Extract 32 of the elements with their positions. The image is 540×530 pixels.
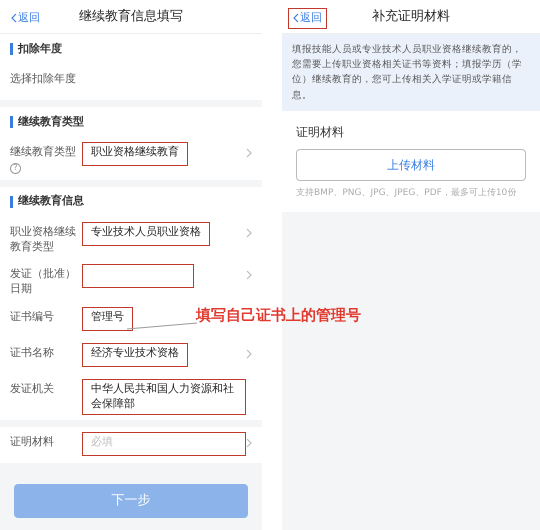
help-icon[interactable]: ? (10, 162, 21, 174)
field-label: 证书编号 (10, 310, 54, 324)
field-label: 证明材料 (10, 434, 54, 448)
field-label: 发证（批准）日期 (10, 267, 76, 296)
screen-title: 继续教育信息填写 (79, 8, 183, 26)
field-label: 继续教育类型 (10, 145, 76, 158)
back-button[interactable]: 返回 (288, 8, 327, 28)
value-field[interactable]: 中华人民共和国人力资源和社会保障部 (82, 379, 246, 415)
back-icon (293, 13, 299, 24)
value-field[interactable]: 管理号 (82, 307, 133, 332)
section-marker (10, 43, 13, 55)
section-heading: 扣除年度 (18, 40, 62, 57)
section-heading: 继续教育信息 (18, 193, 84, 210)
field-label: 选择扣除年度 (10, 72, 76, 85)
value-field[interactable]: 职业资格继续教育 (82, 142, 188, 166)
upload-button[interactable]: 上传材料 (296, 148, 526, 181)
section-marker (10, 116, 13, 128)
section-marker (10, 196, 13, 208)
field-label: 职业资格继续教育类型 (10, 224, 76, 253)
field-label: 证书名称 (10, 346, 54, 360)
hint-text: 支持BMP、PNG、JPG、JPEG、PDF，最多可上传10份 (296, 186, 518, 200)
annotation-text: 填写自己证书上的管理号 (196, 305, 361, 326)
value-field[interactable]: 专业技术人员职业资格 (82, 222, 210, 246)
back-icon (11, 13, 17, 24)
value-field[interactable] (82, 264, 194, 288)
value-field[interactable]: 经济专业技术资格 (82, 343, 188, 368)
field-label: 证明材料 (296, 124, 345, 141)
section-heading: 继续教育类型 (18, 114, 84, 130)
back-button[interactable]: 返回 (6, 8, 45, 28)
notice-text: 填报技能人员或专业技术人员职业资格继续教育的，您需要上传职业资格相关证书等资料；填报学历（学位）继续教育的，您可上传相关入学证明或学籍信息。 (282, 34, 540, 111)
screen-title: 补充证明材料 (372, 8, 450, 26)
field-label: 发证机关 (10, 382, 54, 396)
